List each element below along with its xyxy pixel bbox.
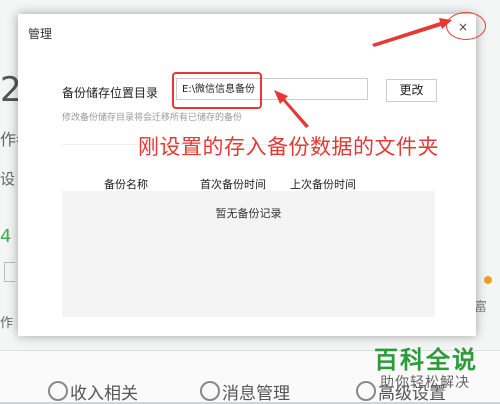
arrow-to-path-field [274, 90, 309, 128]
watermark-main: 百科全说 [374, 346, 478, 374]
annotation-text: 刚设置的存入备份数据的文件夹 [138, 135, 439, 159]
arrow-to-close-icon [372, 18, 452, 47]
watermark-logo: 百科全说 助你轻松解决 [366, 340, 494, 396]
watermark-sub: 助你轻松解决 [380, 375, 470, 391]
